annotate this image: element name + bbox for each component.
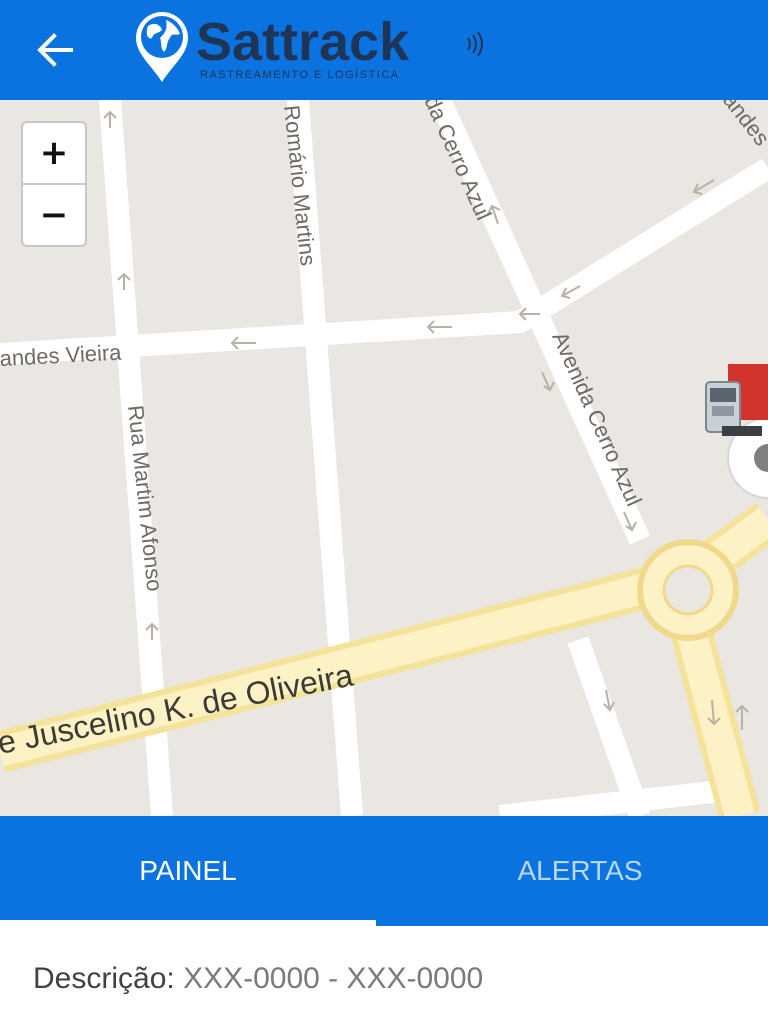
app-header: Sattrack RASTREAMENTO E LOGÍSTICA	[0, 0, 768, 100]
logo-tagline: RASTREAMENTO E LOGÍSTICA	[200, 68, 400, 81]
signal-icon	[467, 31, 483, 57]
zoom-in-button[interactable]: +	[23, 123, 85, 185]
map-view[interactable]: andes Vieira Romário Martins da Cerro Az…	[0, 100, 768, 816]
zoom-control: + −	[21, 121, 87, 247]
arrow-left-icon[interactable]	[30, 26, 80, 74]
description-row: Descrição: XXX-0000 - XXX-0000	[33, 962, 483, 996]
description-value: XXX-0000 - XXX-0000	[183, 962, 484, 995]
zoom-out-button[interactable]: −	[23, 185, 85, 245]
logo-brand-text: Sattrack	[196, 12, 410, 72]
globe-pin-icon	[136, 12, 188, 82]
tab-alertas[interactable]: ALERTAS	[392, 816, 768, 926]
tab-painel[interactable]: PAINEL	[0, 816, 376, 926]
tab-bar: PAINEL ALERTAS	[0, 816, 768, 926]
active-tab-indicator	[0, 920, 376, 926]
map-canvas[interactable]: andes Vieira Romário Martins da Cerro Az…	[0, 100, 768, 816]
description-label: Descrição:	[33, 962, 175, 995]
sattrack-logo: Sattrack RASTREAMENTO E LOGÍSTICA	[136, 12, 483, 82]
